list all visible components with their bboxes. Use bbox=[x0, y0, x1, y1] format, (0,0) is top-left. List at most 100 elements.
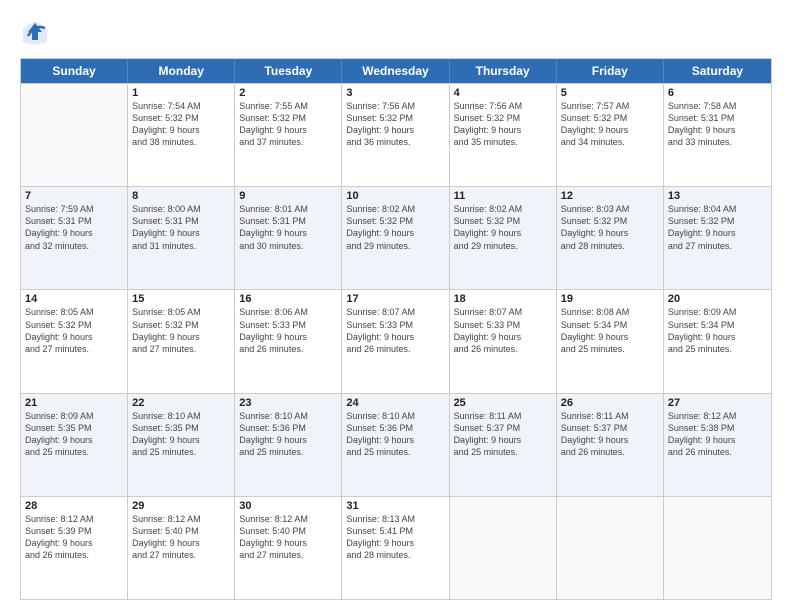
header-day-friday: Friday bbox=[557, 59, 664, 83]
day-info: Sunrise: 8:03 AM Sunset: 5:32 PM Dayligh… bbox=[561, 203, 659, 252]
calendar-day-2: 2Sunrise: 7:55 AM Sunset: 5:32 PM Daylig… bbox=[235, 84, 342, 186]
day-info: Sunrise: 8:05 AM Sunset: 5:32 PM Dayligh… bbox=[132, 306, 230, 355]
header-day-saturday: Saturday bbox=[664, 59, 771, 83]
day-info: Sunrise: 8:12 AM Sunset: 5:39 PM Dayligh… bbox=[25, 513, 123, 562]
day-info: Sunrise: 8:11 AM Sunset: 5:37 PM Dayligh… bbox=[454, 410, 552, 459]
day-info: Sunrise: 8:10 AM Sunset: 5:36 PM Dayligh… bbox=[346, 410, 444, 459]
day-info: Sunrise: 8:09 AM Sunset: 5:35 PM Dayligh… bbox=[25, 410, 123, 459]
calendar-day-25: 25Sunrise: 8:11 AM Sunset: 5:37 PM Dayli… bbox=[450, 394, 557, 496]
calendar-day-18: 18Sunrise: 8:07 AM Sunset: 5:33 PM Dayli… bbox=[450, 290, 557, 392]
day-info: Sunrise: 8:12 AM Sunset: 5:38 PM Dayligh… bbox=[668, 410, 767, 459]
day-info: Sunrise: 8:08 AM Sunset: 5:34 PM Dayligh… bbox=[561, 306, 659, 355]
day-info: Sunrise: 7:57 AM Sunset: 5:32 PM Dayligh… bbox=[561, 100, 659, 149]
calendar-day-16: 16Sunrise: 8:06 AM Sunset: 5:33 PM Dayli… bbox=[235, 290, 342, 392]
logo bbox=[20, 18, 54, 48]
day-number: 19 bbox=[561, 293, 659, 305]
day-info: Sunrise: 8:02 AM Sunset: 5:32 PM Dayligh… bbox=[454, 203, 552, 252]
logo-icon bbox=[20, 18, 50, 48]
calendar-day-17: 17Sunrise: 8:07 AM Sunset: 5:33 PM Dayli… bbox=[342, 290, 449, 392]
day-number: 22 bbox=[132, 397, 230, 409]
calendar-empty bbox=[450, 497, 557, 599]
day-info: Sunrise: 8:13 AM Sunset: 5:41 PM Dayligh… bbox=[346, 513, 444, 562]
day-number: 8 bbox=[132, 190, 230, 202]
calendar-empty bbox=[21, 84, 128, 186]
day-number: 15 bbox=[132, 293, 230, 305]
calendar-day-4: 4Sunrise: 7:56 AM Sunset: 5:32 PM Daylig… bbox=[450, 84, 557, 186]
day-info: Sunrise: 8:05 AM Sunset: 5:32 PM Dayligh… bbox=[25, 306, 123, 355]
page: SundayMondayTuesdayWednesdayThursdayFrid… bbox=[0, 0, 792, 612]
day-number: 27 bbox=[668, 397, 767, 409]
day-number: 30 bbox=[239, 500, 337, 512]
day-number: 5 bbox=[561, 87, 659, 99]
calendar: SundayMondayTuesdayWednesdayThursdayFrid… bbox=[20, 58, 772, 600]
calendar-body: 1Sunrise: 7:54 AM Sunset: 5:32 PM Daylig… bbox=[21, 83, 771, 599]
day-number: 13 bbox=[668, 190, 767, 202]
day-info: Sunrise: 8:00 AM Sunset: 5:31 PM Dayligh… bbox=[132, 203, 230, 252]
calendar-day-20: 20Sunrise: 8:09 AM Sunset: 5:34 PM Dayli… bbox=[664, 290, 771, 392]
calendar-day-30: 30Sunrise: 8:12 AM Sunset: 5:40 PM Dayli… bbox=[235, 497, 342, 599]
calendar-day-31: 31Sunrise: 8:13 AM Sunset: 5:41 PM Dayli… bbox=[342, 497, 449, 599]
day-info: Sunrise: 8:02 AM Sunset: 5:32 PM Dayligh… bbox=[346, 203, 444, 252]
day-info: Sunrise: 8:06 AM Sunset: 5:33 PM Dayligh… bbox=[239, 306, 337, 355]
day-info: Sunrise: 7:55 AM Sunset: 5:32 PM Dayligh… bbox=[239, 100, 337, 149]
day-number: 16 bbox=[239, 293, 337, 305]
day-number: 4 bbox=[454, 87, 552, 99]
header-day-sunday: Sunday bbox=[21, 59, 128, 83]
calendar-empty bbox=[664, 497, 771, 599]
day-info: Sunrise: 8:10 AM Sunset: 5:35 PM Dayligh… bbox=[132, 410, 230, 459]
calendar-day-11: 11Sunrise: 8:02 AM Sunset: 5:32 PM Dayli… bbox=[450, 187, 557, 289]
calendar-day-8: 8Sunrise: 8:00 AM Sunset: 5:31 PM Daylig… bbox=[128, 187, 235, 289]
calendar-header-row: SundayMondayTuesdayWednesdayThursdayFrid… bbox=[21, 59, 771, 83]
day-number: 18 bbox=[454, 293, 552, 305]
calendar-day-14: 14Sunrise: 8:05 AM Sunset: 5:32 PM Dayli… bbox=[21, 290, 128, 392]
day-number: 6 bbox=[668, 87, 767, 99]
day-number: 7 bbox=[25, 190, 123, 202]
day-info: Sunrise: 8:10 AM Sunset: 5:36 PM Dayligh… bbox=[239, 410, 337, 459]
calendar-day-5: 5Sunrise: 7:57 AM Sunset: 5:32 PM Daylig… bbox=[557, 84, 664, 186]
day-number: 25 bbox=[454, 397, 552, 409]
day-number: 2 bbox=[239, 87, 337, 99]
day-number: 31 bbox=[346, 500, 444, 512]
calendar-week-1: 1Sunrise: 7:54 AM Sunset: 5:32 PM Daylig… bbox=[21, 83, 771, 186]
day-number: 21 bbox=[25, 397, 123, 409]
day-number: 26 bbox=[561, 397, 659, 409]
calendar-day-21: 21Sunrise: 8:09 AM Sunset: 5:35 PM Dayli… bbox=[21, 394, 128, 496]
calendar-week-4: 21Sunrise: 8:09 AM Sunset: 5:35 PM Dayli… bbox=[21, 393, 771, 496]
day-info: Sunrise: 8:07 AM Sunset: 5:33 PM Dayligh… bbox=[454, 306, 552, 355]
day-number: 9 bbox=[239, 190, 337, 202]
day-number: 28 bbox=[25, 500, 123, 512]
day-number: 1 bbox=[132, 87, 230, 99]
day-info: Sunrise: 8:07 AM Sunset: 5:33 PM Dayligh… bbox=[346, 306, 444, 355]
calendar-day-26: 26Sunrise: 8:11 AM Sunset: 5:37 PM Dayli… bbox=[557, 394, 664, 496]
day-info: Sunrise: 7:54 AM Sunset: 5:32 PM Dayligh… bbox=[132, 100, 230, 149]
calendar-week-3: 14Sunrise: 8:05 AM Sunset: 5:32 PM Dayli… bbox=[21, 289, 771, 392]
header bbox=[20, 18, 772, 48]
day-number: 3 bbox=[346, 87, 444, 99]
calendar-week-5: 28Sunrise: 8:12 AM Sunset: 5:39 PM Dayli… bbox=[21, 496, 771, 599]
day-number: 10 bbox=[346, 190, 444, 202]
day-info: Sunrise: 8:04 AM Sunset: 5:32 PM Dayligh… bbox=[668, 203, 767, 252]
calendar-day-6: 6Sunrise: 7:58 AM Sunset: 5:31 PM Daylig… bbox=[664, 84, 771, 186]
calendar-day-13: 13Sunrise: 8:04 AM Sunset: 5:32 PM Dayli… bbox=[664, 187, 771, 289]
day-number: 29 bbox=[132, 500, 230, 512]
calendar-day-3: 3Sunrise: 7:56 AM Sunset: 5:32 PM Daylig… bbox=[342, 84, 449, 186]
day-info: Sunrise: 8:12 AM Sunset: 5:40 PM Dayligh… bbox=[239, 513, 337, 562]
calendar-day-28: 28Sunrise: 8:12 AM Sunset: 5:39 PM Dayli… bbox=[21, 497, 128, 599]
header-day-thursday: Thursday bbox=[450, 59, 557, 83]
day-info: Sunrise: 7:58 AM Sunset: 5:31 PM Dayligh… bbox=[668, 100, 767, 149]
calendar-day-22: 22Sunrise: 8:10 AM Sunset: 5:35 PM Dayli… bbox=[128, 394, 235, 496]
calendar-day-24: 24Sunrise: 8:10 AM Sunset: 5:36 PM Dayli… bbox=[342, 394, 449, 496]
day-info: Sunrise: 7:59 AM Sunset: 5:31 PM Dayligh… bbox=[25, 203, 123, 252]
day-info: Sunrise: 7:56 AM Sunset: 5:32 PM Dayligh… bbox=[346, 100, 444, 149]
calendar-day-10: 10Sunrise: 8:02 AM Sunset: 5:32 PM Dayli… bbox=[342, 187, 449, 289]
day-number: 23 bbox=[239, 397, 337, 409]
calendar-day-1: 1Sunrise: 7:54 AM Sunset: 5:32 PM Daylig… bbox=[128, 84, 235, 186]
day-number: 17 bbox=[346, 293, 444, 305]
calendar-day-23: 23Sunrise: 8:10 AM Sunset: 5:36 PM Dayli… bbox=[235, 394, 342, 496]
day-info: Sunrise: 7:56 AM Sunset: 5:32 PM Dayligh… bbox=[454, 100, 552, 149]
calendar-day-29: 29Sunrise: 8:12 AM Sunset: 5:40 PM Dayli… bbox=[128, 497, 235, 599]
day-info: Sunrise: 8:01 AM Sunset: 5:31 PM Dayligh… bbox=[239, 203, 337, 252]
calendar-day-9: 9Sunrise: 8:01 AM Sunset: 5:31 PM Daylig… bbox=[235, 187, 342, 289]
day-number: 12 bbox=[561, 190, 659, 202]
calendar-day-12: 12Sunrise: 8:03 AM Sunset: 5:32 PM Dayli… bbox=[557, 187, 664, 289]
